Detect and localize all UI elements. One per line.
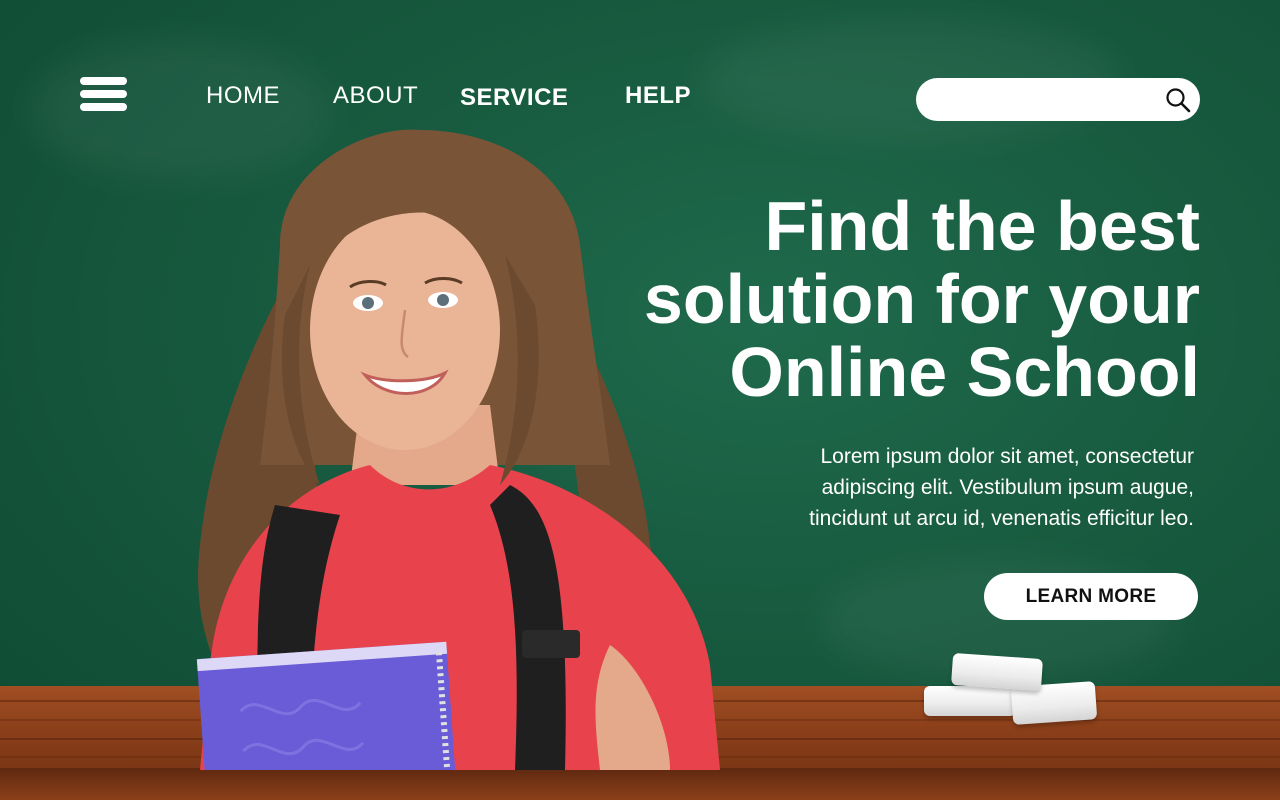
nav-service-link[interactable]: SERVICE [460,84,568,112]
search-icon[interactable] [1164,86,1192,114]
nav-help-link[interactable]: HELP [625,82,691,110]
learn-more-button[interactable]: LEARN MORE [984,573,1198,620]
search-bar [916,78,1200,121]
menu-bar [80,90,127,98]
menu-bar [80,77,127,85]
hero-description: Lorem ipsum dolor sit amet, consectetur … [809,445,1194,530]
chalk-piece [924,686,1016,716]
chalk-piece [950,652,1044,692]
hero-title: Find the best solution for your Online S… [643,187,1200,411]
nav-about-link[interactable]: ABOUT [333,82,418,110]
landing-page: HOME ABOUT SERVICE HELP Find the best so… [0,0,1280,800]
desk-edge [0,768,1280,800]
search-input[interactable] [934,84,1158,116]
nav-home-link[interactable]: HOME [206,82,280,110]
menu-bar [80,103,127,111]
hamburger-menu-icon[interactable] [80,77,127,111]
